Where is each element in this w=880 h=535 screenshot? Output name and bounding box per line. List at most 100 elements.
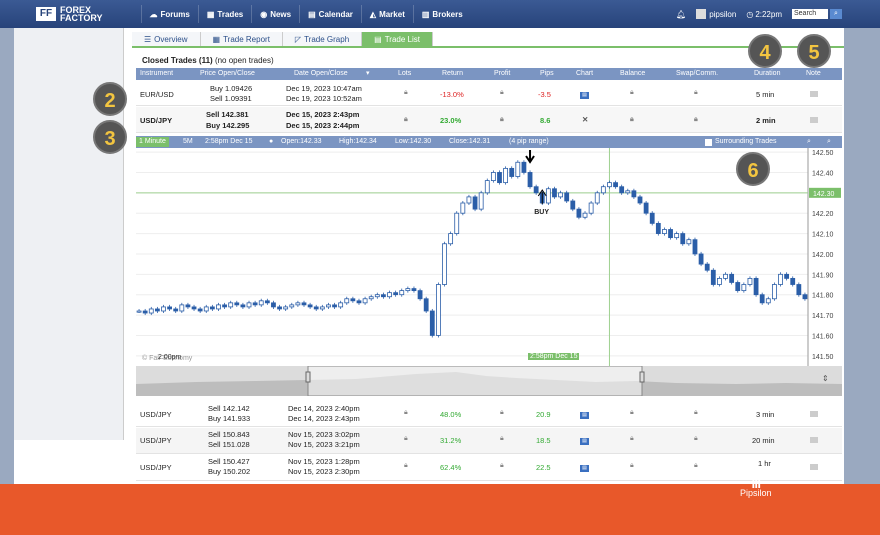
news-icon: ◉ — [260, 9, 268, 19]
closed-trades-subtitle: (no open trades) — [214, 56, 274, 65]
col-date[interactable]: Date Open/Close — [294, 68, 348, 80]
brokers-icon: ▥ — [421, 9, 430, 19]
chart-toolbar: 1 Minute 5M 2:58pm Dec 15 ● Open:142.33 … — [136, 136, 842, 148]
forex-factory-logo[interactable]: FF FOREX FACTORY — [36, 6, 103, 23]
bell-icon[interactable]: 🔔︎ — [676, 10, 686, 19]
col-pips[interactable]: Pips — [540, 68, 554, 80]
current-price-label: 142.30 — [813, 191, 835, 198]
candle-body — [234, 302, 240, 306]
clock: ◷ 2:22pm — [746, 10, 782, 19]
candle-body — [503, 167, 509, 184]
note-icon[interactable] — [810, 410, 818, 419]
col-instrument[interactable]: Instrument — [140, 68, 173, 80]
surrounding-trades-toggle[interactable]: Surrounding Trades — [702, 137, 779, 147]
timeframe-5m-button[interactable]: 5M — [180, 137, 196, 147]
candle-body — [796, 284, 802, 296]
lock-icon: 🔒︎ — [694, 89, 698, 96]
candle-body — [191, 306, 197, 310]
candle-body — [307, 304, 313, 308]
zoom-in-icon[interactable]: ⌕ — [804, 137, 814, 147]
annotation-badge-3: 3 — [93, 120, 127, 154]
col-balance[interactable]: Balance — [620, 68, 645, 80]
col-chart[interactable]: Chart — [576, 68, 593, 80]
candle-body — [435, 284, 441, 336]
y-tick-label: 142.40 — [812, 170, 834, 177]
tab-trade-report[interactable]: ▦ Trade Report — [200, 32, 283, 46]
candle-body — [179, 304, 185, 312]
duration: 5 min — [756, 90, 775, 99]
info-range: (4 pip range) — [509, 138, 549, 145]
timeframe-1m-button[interactable]: 1 Minute — [136, 137, 169, 147]
y-tick-label: 142.10 — [812, 232, 834, 239]
pips-value: 20.9 — [536, 410, 551, 419]
main-content: ☰ Overview ▦ Trade Report ◸ Trade Graph ▤ Tr… — [132, 28, 844, 484]
username: pipsilon — [709, 9, 737, 19]
zoom-out-icon[interactable]: ⌕ — [824, 137, 834, 147]
candle-body — [185, 304, 191, 308]
candle-body — [594, 192, 600, 204]
nav-label: Market — [379, 9, 405, 19]
col-duration[interactable]: Duration — [754, 68, 780, 80]
candle-body — [197, 308, 203, 312]
chart-icon[interactable]: ▤ — [580, 435, 589, 445]
candle-body — [649, 212, 655, 224]
tab-label: Trade List — [384, 34, 420, 44]
price-chart[interactable]: 142.50 142.40 142.30 142.20 142.10 142.00 141.… — [136, 148, 842, 380]
checkbox[interactable] — [705, 138, 712, 146]
close-chart-icon[interactable]: ✕ — [582, 115, 588, 124]
note-icon[interactable] — [810, 90, 818, 99]
price-close: Sell 1.09391 — [210, 94, 252, 103]
chart-icon[interactable]: ▤ — [580, 409, 589, 419]
candle-body — [533, 186, 539, 194]
col-lots[interactable]: Lots — [398, 68, 411, 80]
table-row[interactable]: EUR/USD Buy 1.09426 Sell 1.09391 Dec 19,… — [136, 82, 842, 106]
candle-body — [442, 243, 447, 285]
candle-body — [643, 202, 649, 214]
chart-icon[interactable]: ▤ — [580, 89, 589, 99]
table-header: Instrument Price Open/Close Date Open/Cl… — [136, 68, 842, 80]
col-swap[interactable]: Swap/Comm. — [676, 68, 718, 80]
col-price[interactable]: Price Open/Close — [200, 68, 255, 80]
instrument: USD/JPY — [140, 410, 172, 419]
candle-body — [692, 239, 698, 255]
return-value: -13.0% — [440, 90, 464, 99]
tab-trade-list[interactable]: ▤ Trade List — [362, 32, 433, 46]
logo-line2: FACTORY — [60, 13, 103, 23]
note-icon[interactable] — [810, 436, 818, 445]
table-row[interactable]: USD/JPY Sell 150.427 Buy 150.202 Nov 15,… — [136, 455, 842, 481]
chart-navigator[interactable] — [136, 365, 842, 397]
resize-icon[interactable]: ⇕ — [822, 374, 829, 383]
table-row-selected[interactable]: USD/JPY Sell 142.381 Buy 142.295 Dec 15,… — [136, 107, 842, 133]
col-profit[interactable]: Profit — [494, 68, 510, 80]
candle-body — [167, 306, 173, 310]
search-icon[interactable]: ⌕ — [830, 9, 842, 19]
logo-mark-icon: FF — [36, 7, 56, 21]
nav-calendar[interactable]: ▤ Calendar — [299, 5, 361, 23]
search-input[interactable]: Search — [792, 9, 828, 19]
note-icon[interactable] — [810, 116, 818, 125]
candle-body — [368, 296, 374, 300]
user-menu[interactable]: pipsilon — [696, 9, 736, 19]
sort-arrow-icon[interactable]: ▾ — [366, 68, 370, 80]
nav-market[interactable]: ◭ Market — [360, 5, 413, 23]
col-note[interactable]: Note — [806, 68, 821, 80]
return-value: 48.0% — [440, 410, 462, 419]
nav-trades[interactable]: ▦ Trades — [197, 5, 251, 23]
col-return[interactable]: Return — [442, 68, 463, 80]
tab-overview[interactable]: ☰ Overview — [132, 32, 201, 46]
note-icon[interactable] — [810, 463, 818, 472]
candle-body — [319, 306, 325, 310]
bar-dot-icon: ● — [269, 138, 274, 145]
y-tick-label: 141.80 — [812, 293, 834, 300]
tab-trade-graph[interactable]: ◸ Trade Graph — [282, 32, 363, 46]
nav-brokers[interactable]: ▥ Brokers — [412, 5, 471, 23]
table-row[interactable]: USD/JPY Sell 142.142 Buy 141.933 Dec 14,… — [136, 402, 842, 427]
nav-news[interactable]: ◉ News — [251, 5, 299, 23]
nav-forums[interactable]: ☁ Forums — [140, 5, 198, 23]
chart-icon[interactable]: ▤ — [580, 462, 589, 472]
table-row[interactable]: USD/JPY Sell 150.843 Sell 151.028 Nov 15… — [136, 428, 842, 454]
annotation-badge-4: 4 — [748, 34, 782, 68]
candle-body — [680, 233, 686, 245]
price-open: Buy 1.09426 — [210, 84, 253, 93]
candle-body — [203, 306, 209, 312]
